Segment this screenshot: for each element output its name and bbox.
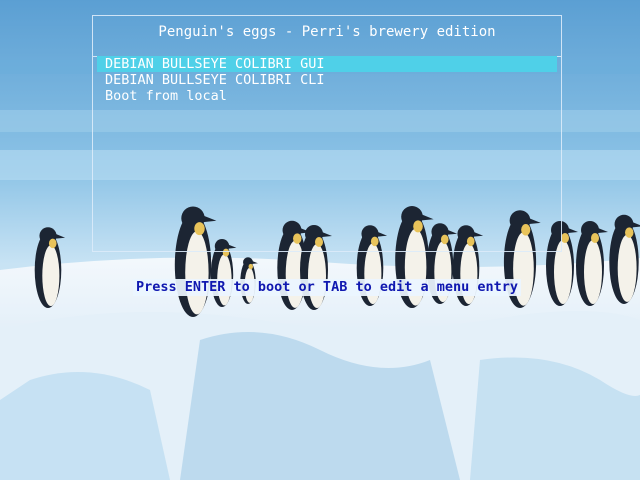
menu-title: Penguin's eggs - Perri's brewery edition	[158, 24, 496, 40]
menu-item-boot-local[interactable]: Boot from local	[97, 88, 557, 104]
menu-item-debian-gui[interactable]: DEBIAN BULLSEYE COLIBRI GUI	[97, 56, 557, 72]
menu-item-debian-cli[interactable]: DEBIAN BULLSEYE COLIBRI CLI	[97, 72, 557, 88]
boot-menu: Penguin's eggs - Perri's brewery edition…	[92, 15, 562, 252]
boot-hint: Press ENTER to boot or TAB to edit a men…	[133, 279, 522, 296]
boot-menu-list: DEBIAN BULLSEYE COLIBRI GUI DEBIAN BULLS…	[97, 56, 557, 104]
